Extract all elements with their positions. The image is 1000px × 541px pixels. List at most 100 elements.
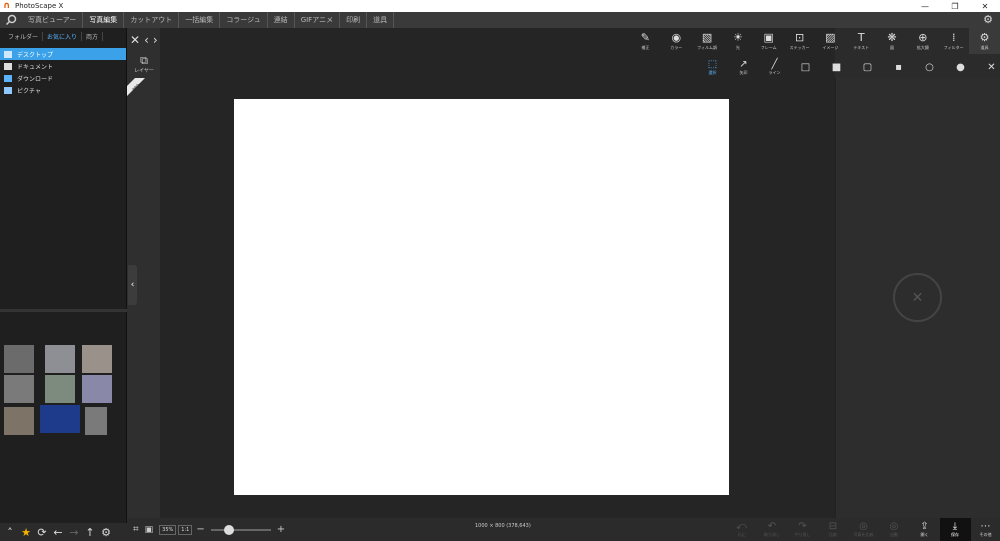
next-photo-icon[interactable]: ›	[153, 33, 158, 47]
folder-item[interactable]: ドキュメント	[0, 60, 126, 72]
zoom-percent[interactable]: 35%	[159, 524, 177, 535]
subtool-rect-outline-button[interactable]: □	[790, 56, 821, 78]
maximize-button[interactable]: ❐	[940, 0, 970, 12]
subtool-circle-outline-button[interactable]: ○	[914, 56, 945, 78]
folder-item[interactable]: ダウンロード	[0, 72, 126, 84]
thumbnail[interactable]	[82, 375, 112, 403]
tab-7[interactable]: 印刷	[340, 12, 368, 28]
photo-nav: ✕ ‹ ›	[130, 33, 158, 47]
thumbnail[interactable]	[45, 345, 75, 373]
toolbar-color-button[interactable]: ◉ カラー	[661, 28, 692, 54]
up-folder-icon[interactable]: ↑	[82, 524, 98, 540]
close-window-button[interactable]: ✕	[970, 0, 1000, 12]
tab-6[interactable]: GIFアニメ	[295, 12, 341, 28]
tab-1[interactable]: 写真編集	[83, 12, 125, 28]
thumbnail[interactable]	[85, 407, 107, 435]
tab-2[interactable]: カットアウト	[124, 12, 180, 28]
folder-item[interactable]: デスクトップ	[0, 48, 126, 60]
subtool-circle-filled-button[interactable]: ●	[945, 56, 976, 78]
toolbar-sticker-button[interactable]: ⊡ ステッカー	[784, 28, 815, 54]
color-icon: ◉	[671, 30, 682, 44]
thumbnail[interactable]	[4, 407, 34, 435]
toolbar-light-button[interactable]: ☀ 光	[722, 28, 753, 54]
settings-gear-icon[interactable]: ⚙	[982, 14, 994, 26]
zoom-slider[interactable]	[210, 524, 271, 535]
thumbnail[interactable]	[40, 405, 80, 433]
toolbar-magnifier-button[interactable]: ⊕ 拡大鏡	[907, 28, 938, 54]
compare-photo-button[interactable]: ◎ 写真を比較	[848, 518, 879, 541]
left-bottom-bar: ˄ ★ ⟳ ← → ↑ ⚙	[0, 523, 127, 541]
thumbnail[interactable]	[45, 375, 75, 403]
previous-photo-icon[interactable]: ‹	[144, 33, 149, 47]
toolbar-label: フレーム	[760, 44, 777, 50]
toolbar-label: フィルム調	[697, 44, 717, 50]
subtool-label: ライン	[768, 69, 781, 75]
toolbar-film-button[interactable]: ▧ フィルム調	[692, 28, 723, 54]
more-button[interactable]: ⋯ その他	[970, 518, 1000, 541]
tab-4[interactable]: コラージュ	[220, 12, 268, 28]
options-gear-icon[interactable]: ⚙	[98, 524, 114, 540]
thumbnail[interactable]	[4, 345, 34, 373]
zoom-slider-track	[210, 528, 271, 531]
fit-icon[interactable]: ▣	[145, 525, 154, 535]
tab-3[interactable]: 一括編集	[179, 12, 221, 28]
tab-8[interactable]: 道具	[367, 12, 395, 28]
tab-favorites[interactable]: お気に入り	[43, 31, 83, 41]
back-icon[interactable]: ←	[50, 524, 66, 540]
subtool-line-button[interactable]: ╱ ライン	[759, 56, 790, 78]
tab-both[interactable]: 両方	[82, 31, 104, 41]
undo-button[interactable]: ↶ 取り消し	[757, 518, 788, 541]
compare-button[interactable]: ⊟ 比較	[818, 518, 849, 541]
subtool-rect-filled-button[interactable]: ■	[821, 56, 852, 78]
disabled-circle-button[interactable]: ✕	[893, 273, 942, 322]
refresh-icon[interactable]: ⟳	[34, 524, 50, 540]
collapse-panel-button[interactable]: ‹	[128, 265, 137, 305]
panel-divider[interactable]	[0, 309, 127, 312]
collapse-up-icon[interactable]: ˄	[2, 524, 18, 540]
crop-icon[interactable]: ⌗	[133, 524, 139, 535]
toolbar-adjust-button[interactable]: ✎ 補正	[630, 28, 661, 54]
toolbar-frame-button[interactable]: ▣ フレーム	[753, 28, 784, 54]
tab-5[interactable]: 連結	[268, 12, 295, 28]
photo-canvas[interactable]	[234, 99, 729, 495]
action-label: 開く	[920, 532, 929, 537]
action-label: 比較	[829, 532, 837, 537]
subtool-arrow-button[interactable]: ↗ 矢印	[728, 56, 759, 78]
zoom-slider-knob[interactable]	[223, 524, 234, 535]
layers-icon: ⧉	[140, 54, 148, 67]
zoom-in-icon[interactable]: +	[277, 524, 285, 535]
toolbar-image-button[interactable]: ▨ イメージ	[815, 28, 846, 54]
tab-0[interactable]: 写真ビューアー	[22, 12, 84, 28]
pro-ribbon: PRO	[127, 78, 153, 104]
zoom-out-icon[interactable]: −	[196, 524, 204, 535]
toolbar-filter-button[interactable]: ⁞ フィルター	[938, 28, 969, 54]
chevron-left-icon: ‹	[130, 280, 135, 290]
tab-folders[interactable]: フォルダー	[4, 31, 44, 41]
subtool-rounded-outline-button[interactable]: ▢	[852, 56, 883, 78]
line-icon: ╱	[771, 58, 778, 70]
redo-button[interactable]: ↷ やり直し	[787, 518, 818, 541]
save-icon: ⤓	[952, 521, 958, 532]
auto-button[interactable]: ◎ 自動	[879, 518, 910, 541]
favorite-star-icon[interactable]: ★	[18, 524, 34, 540]
open-button[interactable]: ⇪ 開く	[909, 518, 940, 541]
toolbar-shape-button[interactable]: ❋ 図	[877, 28, 908, 54]
toolbar-tools-button[interactable]: ⚙ 道具	[969, 28, 1000, 54]
undo-all-button[interactable]: ⤺ 元に	[726, 518, 757, 541]
zoom-1to1-button[interactable]: 1:1	[178, 524, 193, 535]
thumbnail[interactable]	[82, 345, 112, 373]
subtool-rounded-filled-button[interactable]: ▪	[883, 56, 914, 78]
save-button[interactable]: ⤓ 保存	[939, 518, 971, 541]
toolbar-text-button[interactable]: T テキスト	[846, 28, 877, 54]
layer-button[interactable]: ⧉ レイヤー	[132, 55, 156, 79]
action-label: 写真を比較	[853, 532, 874, 537]
close-photo-icon[interactable]: ✕	[130, 33, 140, 47]
forward-icon[interactable]: →	[66, 524, 82, 540]
folder-item[interactable]: ピクチャ	[0, 84, 126, 96]
thumbnail[interactable]	[4, 375, 34, 403]
home-button[interactable]	[0, 12, 22, 28]
subtool-close-button[interactable]: ✕	[976, 56, 1000, 78]
minimize-button[interactable]: —	[910, 0, 940, 12]
subtool-select-button[interactable]: ⬚ 選択	[697, 56, 728, 78]
close-icon: ✕	[987, 61, 996, 73]
